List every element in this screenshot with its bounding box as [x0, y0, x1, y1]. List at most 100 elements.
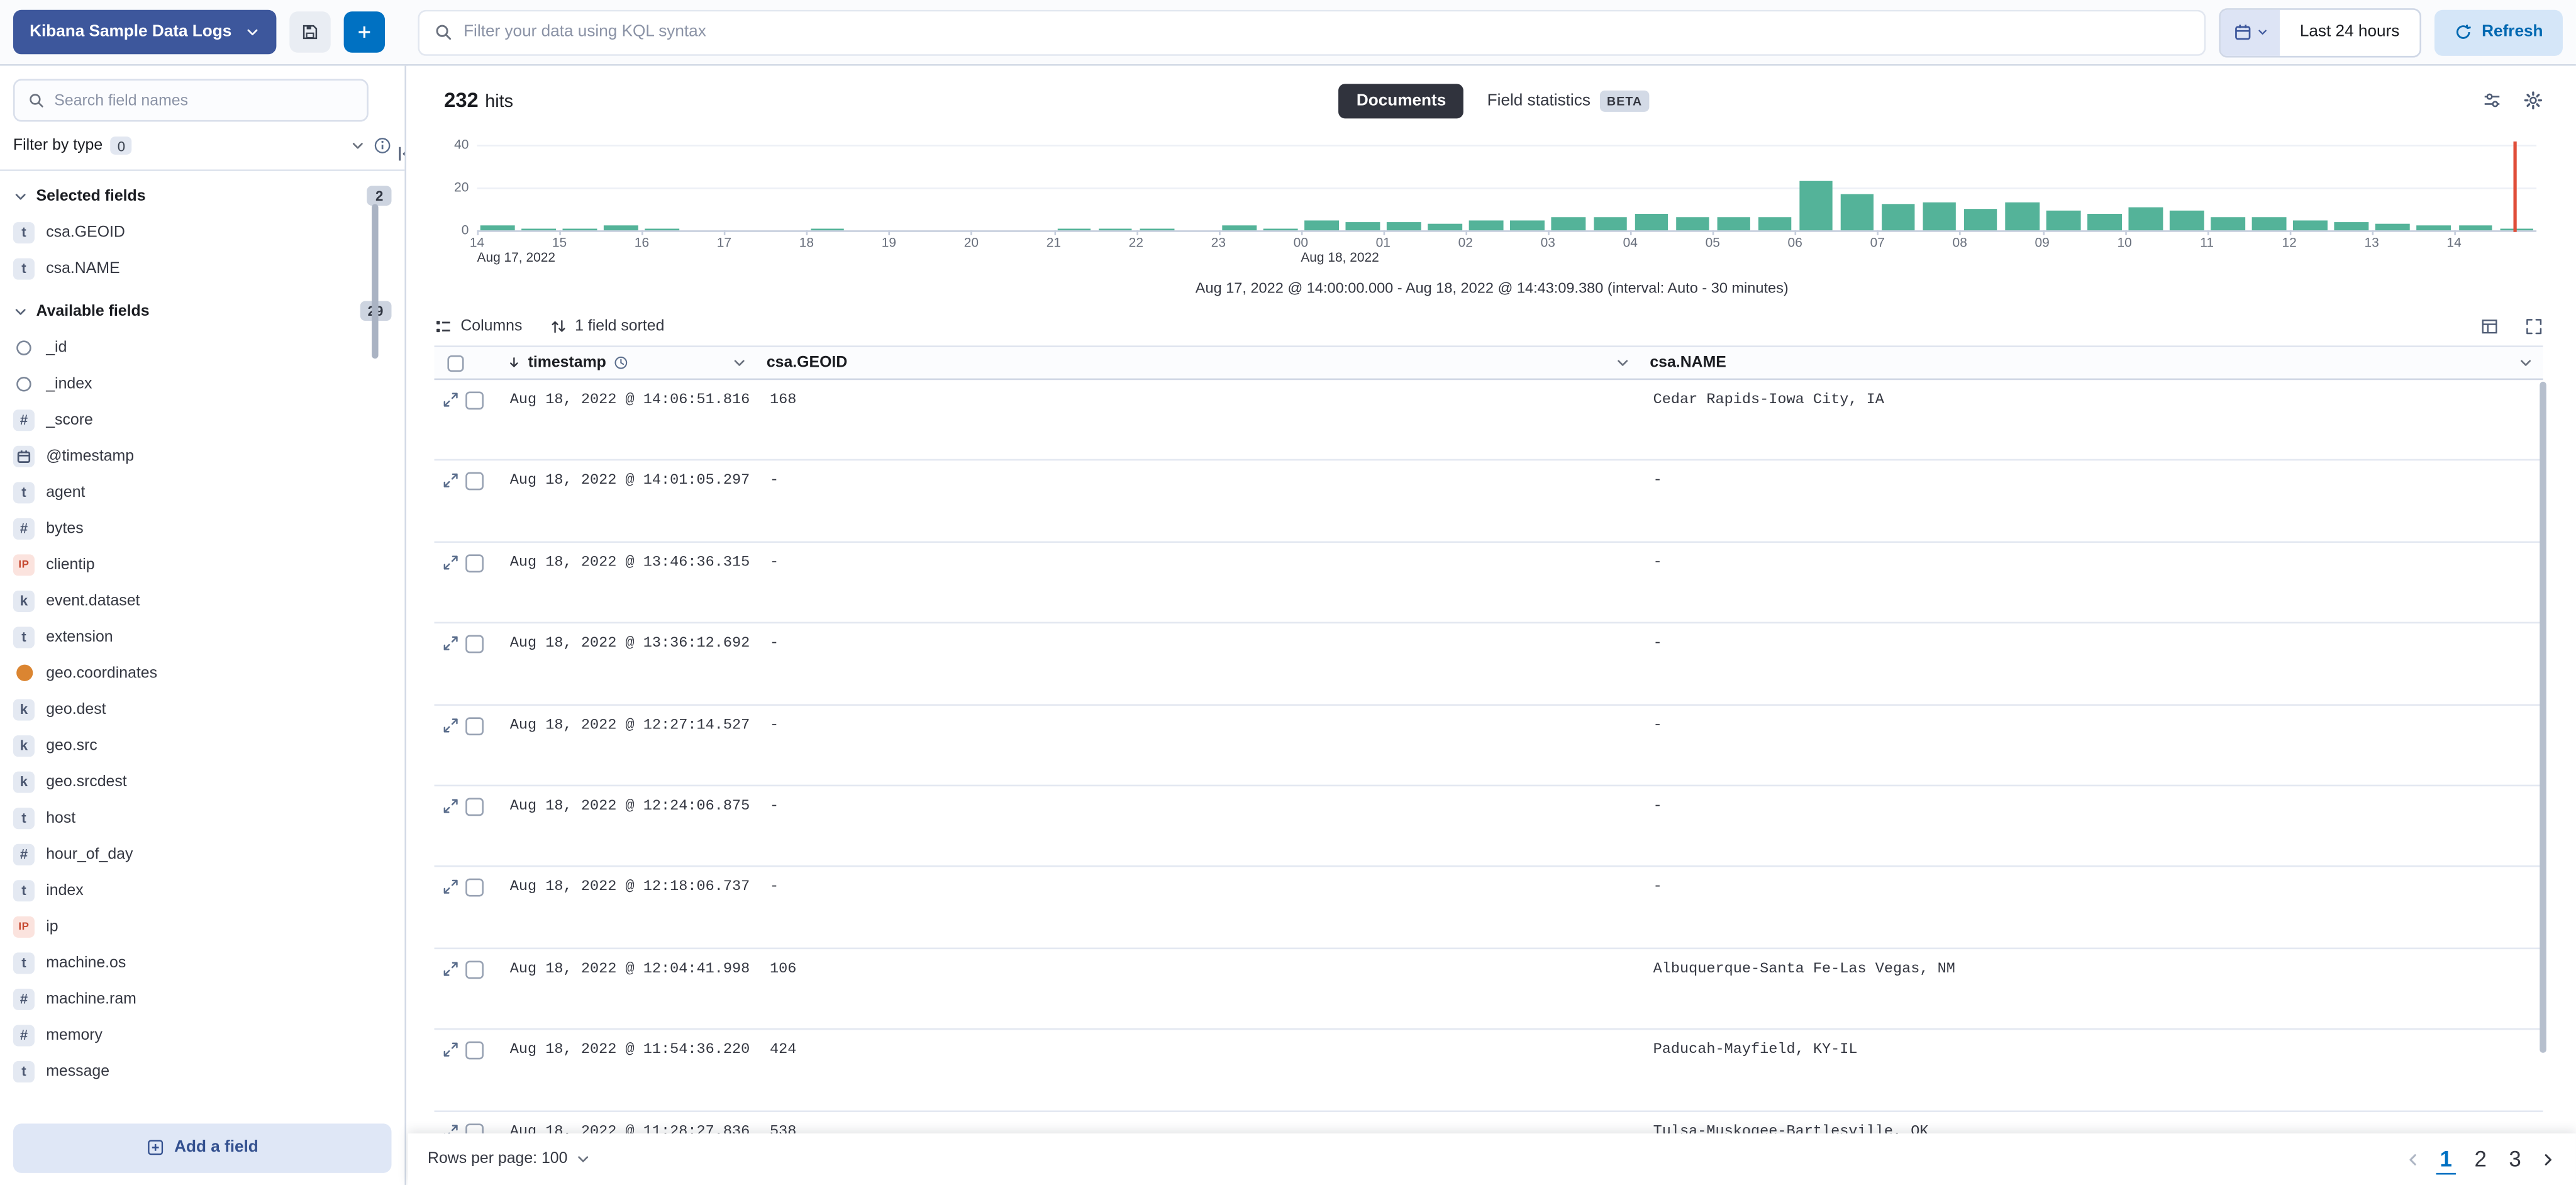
field-item[interactable]: @timestamp: [0, 438, 404, 474]
field-item[interactable]: #bytes: [0, 510, 404, 547]
histogram-bar[interactable]: [645, 228, 679, 230]
field-item[interactable]: textension: [0, 618, 404, 655]
histogram-bar[interactable]: [2170, 211, 2204, 231]
field-item[interactable]: _index: [0, 365, 404, 402]
histogram-bar[interactable]: [1511, 220, 1545, 230]
histogram-bar[interactable]: [2294, 220, 2328, 230]
column-header-csa-geoid[interactable]: csa.GEOID: [757, 347, 1640, 379]
tab-documents[interactable]: Documents: [1338, 83, 1464, 118]
row-checkbox[interactable]: [465, 960, 484, 979]
column-header-timestamp[interactable]: timestamp: [497, 347, 757, 379]
histogram-bar[interactable]: [2417, 226, 2451, 230]
expand-row-icon[interactable]: [443, 879, 459, 896]
field-item[interactable]: kevent.dataset: [0, 582, 404, 619]
field-item[interactable]: #hour_of_day: [0, 836, 404, 872]
expand-row-icon[interactable]: [443, 473, 459, 489]
histogram-bar[interactable]: [1346, 222, 1380, 231]
table-scrollbar[interactable]: [2539, 382, 2546, 1053]
page-1-button[interactable]: 1: [2436, 1144, 2456, 1174]
chart-options-button[interactable]: [2482, 91, 2502, 110]
cell-timestamp[interactable]: Aug 18, 2022 @ 14:01:05.297: [497, 461, 757, 541]
cell-csa-geoid[interactable]: 538: [757, 1111, 1640, 1133]
expand-row-icon[interactable]: [443, 1123, 459, 1133]
histogram-bar[interactable]: [1552, 218, 1586, 230]
row-checkbox[interactable]: [465, 879, 484, 898]
histogram-bar[interactable]: [1799, 181, 1833, 230]
kql-query-input[interactable]: Filter your data using KQL syntax: [418, 9, 2206, 55]
expand-row-icon[interactable]: [443, 960, 459, 977]
histogram-plot[interactable]: 0204014151617181920212223000102030405060…: [477, 145, 2536, 232]
cell-csa-geoid[interactable]: -: [757, 786, 1640, 866]
histogram-bar[interactable]: [480, 226, 514, 230]
field-item[interactable]: kgeo.srcdest: [0, 764, 404, 800]
columns-button[interactable]: Columns: [434, 316, 522, 335]
row-checkbox[interactable]: [465, 798, 484, 816]
histogram-bar[interactable]: [1058, 228, 1092, 230]
row-checkbox[interactable]: [465, 473, 484, 491]
histogram-bar[interactable]: [2458, 226, 2492, 230]
cell-timestamp[interactable]: Aug 18, 2022 @ 14:06:51.816: [497, 380, 757, 460]
previous-page-button[interactable]: [2405, 1151, 2421, 1167]
row-checkbox[interactable]: [465, 554, 484, 572]
field-item[interactable]: tcsa.GEOID: [0, 214, 404, 250]
cell-csa-name[interactable]: Paducah-Mayfield, KY-IL: [1640, 1030, 2543, 1110]
page-3-button[interactable]: 3: [2505, 1145, 2524, 1172]
histogram-bar[interactable]: [1675, 218, 1709, 230]
available-fields-header[interactable]: Available fields 29: [0, 286, 404, 329]
histogram-bar[interactable]: [1635, 213, 1668, 230]
next-page-button[interactable]: [2540, 1151, 2556, 1167]
cell-csa-name[interactable]: -: [1640, 705, 2543, 785]
expand-row-icon[interactable]: [443, 716, 459, 733]
histogram-bar[interactable]: [1717, 218, 1751, 230]
cell-csa-name[interactable]: -: [1640, 543, 2543, 623]
cell-timestamp[interactable]: Aug 18, 2022 @ 13:36:12.692: [497, 624, 757, 704]
histogram-bar[interactable]: [1099, 228, 1133, 230]
gear-button[interactable]: [2523, 91, 2543, 110]
time-range-button[interactable]: Last 24 hours: [2280, 9, 2419, 55]
cell-timestamp[interactable]: Aug 18, 2022 @ 11:54:36.220: [497, 1030, 757, 1110]
cell-timestamp[interactable]: Aug 18, 2022 @ 11:28:27.836: [497, 1111, 757, 1133]
histogram-bar[interactable]: [522, 228, 556, 230]
cell-csa-geoid[interactable]: -: [757, 705, 1640, 785]
cell-timestamp[interactable]: Aug 18, 2022 @ 12:18:06.737: [497, 867, 757, 947]
histogram-bar[interactable]: [1263, 228, 1297, 230]
histogram-bar[interactable]: [2087, 213, 2121, 230]
row-checkbox[interactable]: [465, 391, 484, 409]
info-icon[interactable]: [374, 136, 392, 155]
cell-csa-geoid[interactable]: -: [757, 543, 1640, 623]
histogram-bar[interactable]: [1387, 222, 1421, 231]
row-checkbox[interactable]: [465, 1042, 484, 1060]
cell-csa-geoid[interactable]: -: [757, 867, 1640, 947]
histogram-bar[interactable]: [2211, 218, 2245, 230]
cell-csa-name[interactable]: -: [1640, 461, 2543, 541]
histogram-bar[interactable]: [2046, 211, 2080, 231]
row-checkbox[interactable]: [465, 1123, 484, 1133]
cell-timestamp[interactable]: Aug 18, 2022 @ 12:27:14.527: [497, 705, 757, 785]
cell-csa-geoid[interactable]: 106: [757, 949, 1640, 1028]
histogram-bar[interactable]: [1428, 224, 1462, 230]
histogram-bar[interactable]: [563, 228, 597, 230]
histogram-bar[interactable]: [1758, 218, 1792, 230]
expand-row-icon[interactable]: [443, 635, 459, 652]
cell-csa-name[interactable]: Tulsa-Muskogee-Bartlesville, OK: [1640, 1111, 2543, 1133]
page-2-button[interactable]: 2: [2470, 1145, 2490, 1172]
expand-row-icon[interactable]: [443, 554, 459, 570]
field-item[interactable]: kgeo.dest: [0, 691, 404, 728]
histogram-bar[interactable]: [1964, 209, 1998, 230]
cell-timestamp[interactable]: Aug 18, 2022 @ 12:04:41.998: [497, 949, 757, 1028]
collapse-sidebar-button[interactable]: [393, 142, 406, 166]
column-header-csa-name[interactable]: csa.NAME: [1640, 347, 2543, 379]
refresh-button[interactable]: Refresh: [2434, 9, 2563, 55]
date-quick-select-button[interactable]: [2221, 9, 2280, 55]
expand-row-icon[interactable]: [443, 391, 459, 408]
row-checkbox[interactable]: [465, 635, 484, 654]
cell-csa-geoid[interactable]: 168: [757, 380, 1640, 460]
histogram-bar[interactable]: [1470, 220, 1504, 230]
field-item[interactable]: kgeo.src: [0, 727, 404, 764]
field-item[interactable]: tagent: [0, 474, 404, 510]
histogram-bar[interactable]: [2334, 222, 2368, 231]
field-item[interactable]: tcsa.NAME: [0, 250, 404, 287]
cell-csa-geoid[interactable]: 424: [757, 1030, 1640, 1110]
field-item[interactable]: #_score: [0, 401, 404, 438]
tab-field-statistics[interactable]: Field statistics BETA: [1487, 90, 1649, 111]
